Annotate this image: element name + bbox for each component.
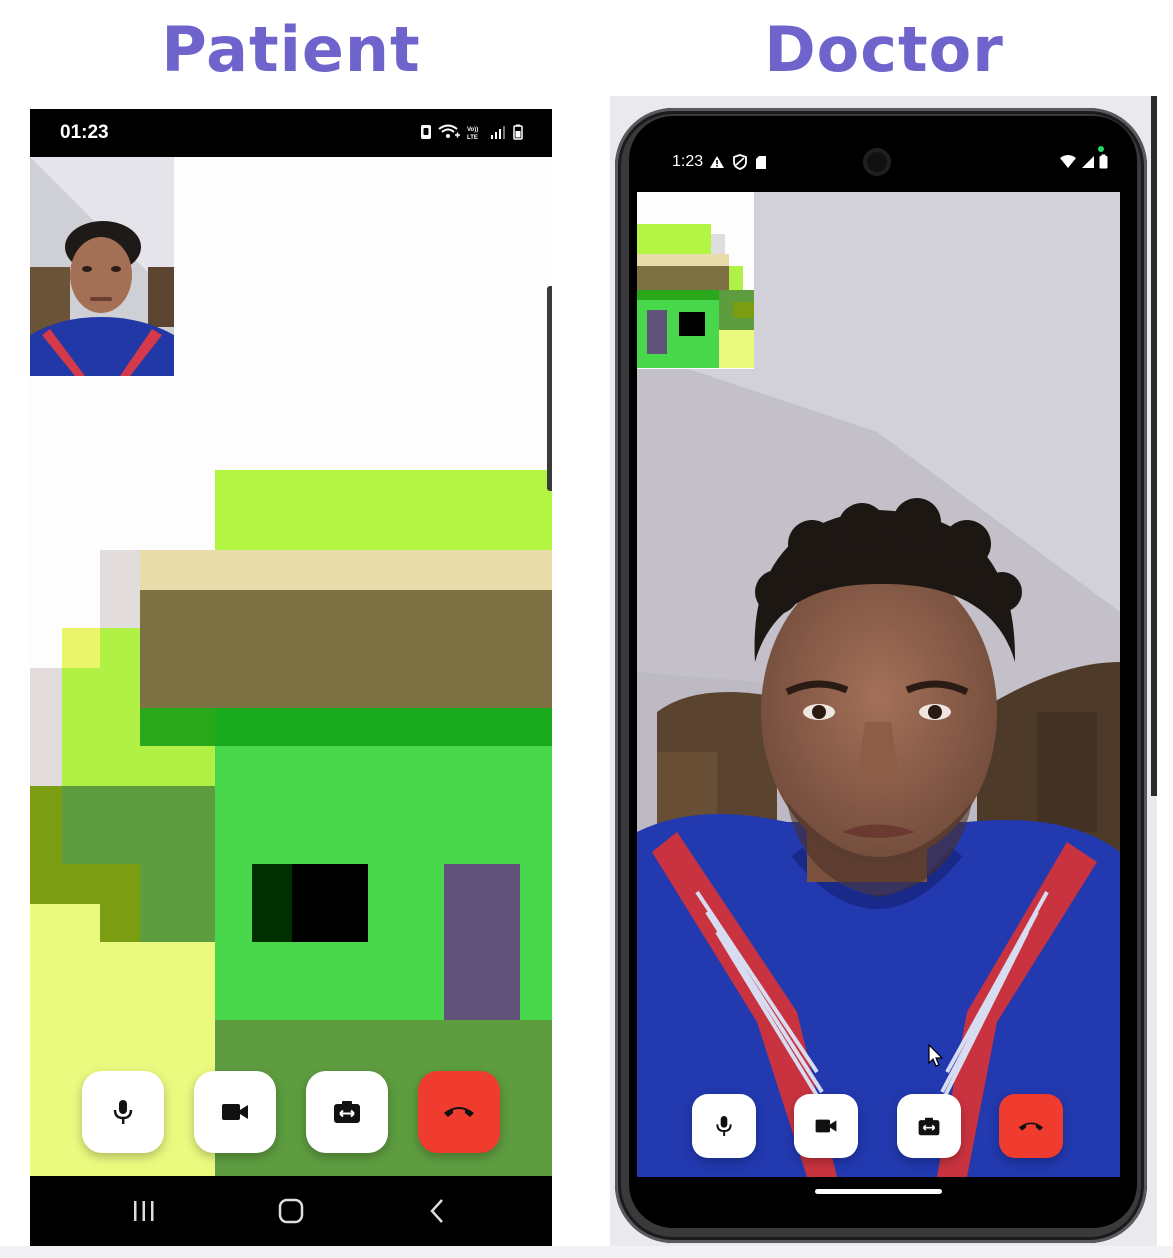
video-camera-icon (222, 1104, 248, 1120)
navigation-bar (30, 1176, 552, 1246)
svg-text:Vo)): Vo)) (467, 127, 478, 133)
recent-apps-icon[interactable] (132, 1200, 156, 1222)
front-camera (863, 148, 891, 176)
end-call-button[interactable] (418, 1071, 500, 1153)
status-time: 1:23 (672, 153, 704, 170)
call-controls (637, 1094, 1120, 1160)
sd-card-icon (756, 155, 766, 169)
end-call-button[interactable] (999, 1094, 1063, 1158)
camera-button[interactable] (794, 1094, 858, 1158)
local-video-thumbnail[interactable] (30, 157, 174, 376)
video-camera-icon (815, 1119, 837, 1133)
doctor-screen (637, 192, 1120, 1177)
wifi-plus-icon (438, 124, 460, 138)
hang-up-icon (444, 1107, 474, 1117)
call-controls (30, 1071, 552, 1155)
patient-heading: Patient (161, 13, 421, 86)
battery-icon (1099, 154, 1108, 169)
microphone-icon (716, 1116, 732, 1136)
signal-icon (1082, 155, 1094, 168)
microphone-button[interactable] (692, 1094, 756, 1158)
scroll-handle[interactable] (547, 286, 552, 491)
home-icon[interactable] (278, 1198, 304, 1224)
patient-phone-screen: 01:23 Vo)) LTE (30, 109, 552, 1246)
back-icon[interactable] (428, 1198, 446, 1224)
page-bottom-strip (0, 1246, 1173, 1258)
signal-icon (491, 126, 505, 139)
camera-button[interactable] (194, 1071, 276, 1153)
status-bar: 01:23 Vo)) LTE (30, 109, 552, 157)
status-time: 01:23 (60, 122, 109, 143)
shield-icon (733, 154, 747, 170)
local-video-thumbnail[interactable] (637, 192, 754, 369)
battery-icon (513, 124, 523, 140)
switch-camera-icon (334, 1101, 360, 1123)
switch-camera-button[interactable] (306, 1071, 388, 1153)
wifi-icon (1060, 154, 1076, 168)
privacy-indicator (1098, 146, 1104, 152)
status-bar: 1:23 (637, 146, 1120, 192)
switch-camera-icon (918, 1117, 940, 1135)
switch-camera-button[interactable] (897, 1094, 961, 1158)
nfc-icon (421, 125, 431, 139)
volte-lte-icon: Vo)) LTE (467, 127, 478, 140)
emulator-side-panel (1151, 96, 1157, 796)
mouse-cursor-icon (928, 1044, 944, 1067)
hang-up-icon (1018, 1121, 1044, 1131)
svg-text:LTE: LTE (467, 135, 478, 140)
microphone-button[interactable] (82, 1071, 164, 1153)
doctor-phone-emulator: 1:23 (610, 96, 1157, 1246)
gesture-home-bar[interactable] (815, 1189, 942, 1194)
microphone-icon (113, 1100, 133, 1124)
warning-icon (710, 156, 724, 168)
doctor-heading: Doctor (764, 13, 1004, 86)
